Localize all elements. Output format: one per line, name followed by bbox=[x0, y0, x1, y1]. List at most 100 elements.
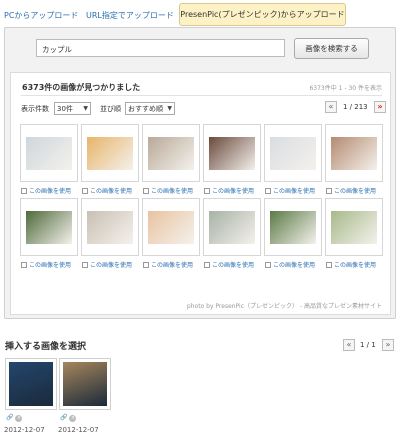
search-button[interactable]: 画像を検索する bbox=[294, 38, 369, 59]
image-icon bbox=[143, 262, 149, 268]
use-image-link[interactable]: この画像を使用 bbox=[143, 186, 193, 195]
use-image-label: この画像を使用 bbox=[212, 262, 255, 269]
use-image-link[interactable]: この画像を使用 bbox=[82, 186, 132, 195]
couple-laptop-illustration bbox=[148, 211, 194, 244]
city-night-photo bbox=[9, 362, 53, 406]
page-indicator: 1 / 213 bbox=[343, 103, 368, 111]
use-image-link[interactable]: この画像を使用 bbox=[265, 186, 315, 195]
remove-icon[interactable]: × bbox=[69, 415, 77, 422]
tab-presenpic-upload[interactable]: PresenPic(プレゼンピック)からアップロード bbox=[179, 3, 346, 26]
result-thumbnail[interactable] bbox=[203, 124, 261, 182]
sort-value: おすすめ順 bbox=[128, 105, 163, 113]
image-icon bbox=[265, 262, 271, 268]
per-page-value: 30件 bbox=[57, 105, 73, 113]
page-indicator: 1 / 1 bbox=[360, 341, 376, 349]
use-image-link[interactable]: この画像を使用 bbox=[21, 260, 71, 269]
use-image-link[interactable]: この画像を使用 bbox=[265, 260, 315, 269]
use-image-link[interactable]: この画像を使用 bbox=[204, 260, 254, 269]
use-image-label: この画像を使用 bbox=[334, 262, 377, 269]
tab-pc-upload[interactable]: PCからアップロード bbox=[4, 10, 78, 21]
use-image-label: この画像を使用 bbox=[29, 262, 72, 269]
photo-credit: photo by PresenPic（プレゼンピック） - 高品質なプレゼン素材… bbox=[186, 303, 382, 310]
remove-icon[interactable]: × bbox=[15, 415, 23, 422]
next-page-button[interactable]: » bbox=[382, 339, 394, 351]
search-input[interactable]: カップル bbox=[36, 39, 285, 57]
result-thumbnail[interactable] bbox=[142, 124, 200, 182]
couple-tree-photo bbox=[270, 211, 316, 244]
use-image-label: この画像を使用 bbox=[273, 188, 316, 195]
prev-page-button[interactable]: « bbox=[325, 101, 337, 113]
result-thumbnail[interactable] bbox=[203, 198, 261, 256]
result-thumbnail[interactable] bbox=[264, 124, 322, 182]
image-icon bbox=[82, 262, 88, 268]
link-icon[interactable]: 🔗 bbox=[6, 414, 13, 421]
section-title: 挿入する画像を選択 bbox=[5, 342, 87, 352]
image-icon bbox=[204, 188, 210, 194]
couple-living-room-photo bbox=[148, 137, 194, 170]
per-page-label: 表示件数 bbox=[21, 105, 49, 113]
couple-park-photo bbox=[26, 211, 72, 244]
divider bbox=[21, 95, 382, 96]
use-image-link[interactable]: この画像を使用 bbox=[326, 186, 376, 195]
couple-window-photo bbox=[209, 211, 255, 244]
results-pager: « 1 / 213 » bbox=[325, 101, 387, 115]
selectable-image[interactable] bbox=[59, 358, 111, 410]
use-image-label: この画像を使用 bbox=[273, 262, 316, 269]
use-image-label: この画像を使用 bbox=[151, 262, 194, 269]
couple-sofa-photo bbox=[26, 137, 72, 170]
upload-tabs: PCからアップロード URL指定でアップロード PresenPic(プレゼンピッ… bbox=[0, 0, 400, 30]
per-page-select[interactable]: 30件 ▼ bbox=[54, 102, 91, 115]
chevron-down-icon: ▼ bbox=[167, 105, 172, 112]
use-image-label: この画像を使用 bbox=[90, 262, 133, 269]
link-icon[interactable]: 🔗 bbox=[60, 414, 67, 421]
image-icon bbox=[143, 188, 149, 194]
couple-sofa-photo-2 bbox=[87, 211, 133, 244]
use-image-link[interactable]: この画像を使用 bbox=[21, 186, 71, 195]
couple-field-photo bbox=[331, 211, 377, 244]
person-phone-photo bbox=[63, 362, 107, 406]
result-thumbnail[interactable] bbox=[81, 198, 139, 256]
sort-label: 並び順 bbox=[100, 105, 121, 113]
selection-pager: « 1 / 1 » bbox=[343, 339, 395, 353]
presenpic-panel: カップル 画像を検索する 6373件の画像が見つかりました 6373件中 1 -… bbox=[4, 27, 396, 319]
result-thumbnail[interactable] bbox=[325, 198, 383, 256]
next-page-button[interactable]: » bbox=[374, 101, 386, 113]
chevron-down-icon: ▼ bbox=[83, 105, 88, 112]
couple-standing-photo bbox=[270, 137, 316, 170]
image-icon bbox=[82, 188, 88, 194]
use-image-label: この画像を使用 bbox=[212, 188, 255, 195]
use-image-link[interactable]: この画像を使用 bbox=[143, 260, 193, 269]
selectable-image[interactable] bbox=[5, 358, 57, 410]
use-image-label: この画像を使用 bbox=[90, 188, 133, 195]
use-image-label: この画像を使用 bbox=[334, 188, 377, 195]
use-image-label: この画像を使用 bbox=[29, 188, 72, 195]
image-icon bbox=[326, 188, 332, 194]
use-image-link[interactable]: この画像を使用 bbox=[204, 186, 254, 195]
image-actions: 🔗 × bbox=[60, 413, 77, 422]
prev-page-button[interactable]: « bbox=[343, 339, 355, 351]
use-image-link[interactable]: この画像を使用 bbox=[326, 260, 376, 269]
result-thumbnail[interactable] bbox=[325, 124, 383, 182]
results-count: 6373件の画像が見つかりました bbox=[22, 83, 141, 92]
image-date: 2012-12-07 bbox=[58, 426, 99, 434]
result-thumbnail[interactable] bbox=[81, 124, 139, 182]
results-range: 6373件中 1 - 30 件を表示 bbox=[309, 85, 382, 92]
image-icon bbox=[326, 262, 332, 268]
image-icon bbox=[21, 262, 27, 268]
image-actions: 🔗 × bbox=[6, 413, 23, 422]
image-icon bbox=[21, 188, 27, 194]
use-image-link[interactable]: この画像を使用 bbox=[82, 260, 132, 269]
image-date: 2012-12-07 bbox=[4, 426, 45, 434]
sort-select[interactable]: おすすめ順 ▼ bbox=[125, 102, 175, 115]
result-thumbnail[interactable] bbox=[20, 124, 78, 182]
result-thumbnail[interactable] bbox=[142, 198, 200, 256]
use-image-label: この画像を使用 bbox=[151, 188, 194, 195]
image-icon bbox=[204, 262, 210, 268]
result-thumbnail[interactable] bbox=[264, 198, 322, 256]
tab-url-upload[interactable]: URL指定でアップロード bbox=[86, 10, 174, 21]
couple-market-photo bbox=[331, 137, 377, 170]
results-box: 6373件の画像が見つかりました 6373件中 1 - 30 件を表示 表示件数… bbox=[10, 72, 391, 315]
couple-embrace-photo bbox=[209, 137, 255, 170]
result-thumbnail[interactable] bbox=[20, 198, 78, 256]
image-icon bbox=[265, 188, 271, 194]
